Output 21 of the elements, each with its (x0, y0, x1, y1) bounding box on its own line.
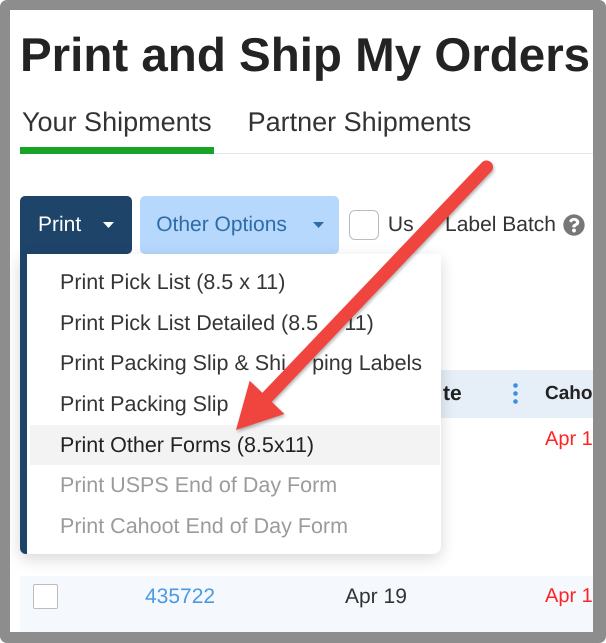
print-button[interactable]: Print (20, 196, 132, 254)
menu-item[interactable]: Print Pick List (8.5 x 11) (30, 262, 440, 304)
menu-item[interactable]: Print Packing Slip & Shi ping Labels (30, 344, 440, 384)
other-options-button[interactable]: Other Options (140, 196, 339, 254)
help-icon[interactable] (562, 214, 585, 236)
caret-icon (103, 222, 114, 228)
table-cell: Apr 1 (545, 584, 593, 608)
tab[interactable]: Partner Shipments (246, 108, 474, 154)
column-header[interactable]: Caho (545, 382, 592, 404)
menu-item[interactable]: Print Other Forms (8.5x11) (30, 424, 440, 466)
row-checkbox[interactable] (33, 584, 58, 608)
menu-item[interactable]: Print Packing Slip (30, 384, 440, 425)
checkbox-label: Us Label Batch (388, 212, 556, 236)
tab[interactable]: Your Shipments (20, 108, 214, 154)
vertical-dots-icon[interactable] (513, 383, 518, 404)
caret-icon (312, 222, 324, 228)
page-title: Print and Ship My Orders (20, 32, 590, 80)
column-header[interactable]: te (443, 382, 462, 406)
table-cell: Apr 19 (345, 584, 407, 608)
table-cell: Apr 1 (545, 426, 593, 452)
checkbox[interactable] (348, 210, 379, 240)
